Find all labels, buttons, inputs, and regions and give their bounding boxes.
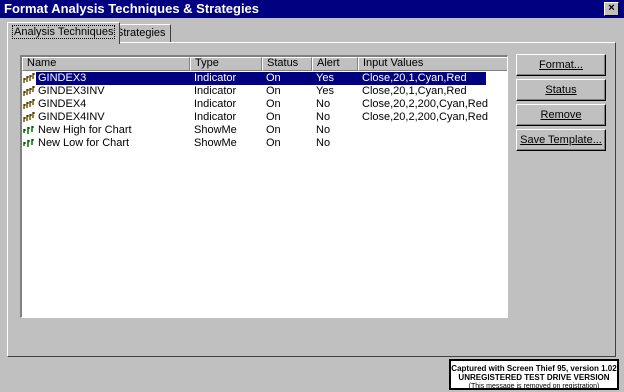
watermark-line-2: UNREGISTERED TEST DRIVE VERSION [458,373,610,382]
cell-name: GINDEX3 [38,72,87,84]
cell-inputs: Close,20,2,200,Cyan,Red [362,98,488,110]
cell-status: On [266,72,281,84]
cell-alert: Yes [316,72,334,84]
screen-thief-watermark: Captured with Screen Thief 95, version 1… [449,359,619,390]
list-item[interactable]: New Low for Chart ShowMe On No [22,137,507,150]
column-header-status[interactable]: Status [262,57,312,71]
indicator-icon [23,99,35,109]
format-button-label: Format... [538,59,583,71]
cell-name: New High for Chart [38,124,132,136]
remove-button-label: Remove [540,109,582,121]
cell-inputs: Close,20,1,Cyan,Red [362,72,467,84]
cell-name: GINDEX4INV [38,111,105,123]
cell-inputs: Close,20,1,Cyan,Red [362,85,467,97]
cell-type: Indicator [194,111,237,123]
watermark-line-1: Captured with Screen Thief 95, version 1… [451,364,617,373]
remove-button[interactable]: Remove [516,104,606,126]
cell-status: On [266,85,281,97]
list-item[interactable]: GINDEX3 Indicator On Yes Close,20,1,Cyan,Red [22,72,507,85]
cell-alert: No [316,111,331,123]
list-item[interactable]: New High for Chart ShowMe On No [22,124,507,137]
cell-status: On [266,137,281,149]
watermark-line-3: (This message is removed on registration… [468,383,600,390]
title-bar: Format Analysis Techniques & Strategies … [0,0,624,18]
cell-alert: No [316,124,331,136]
cell-type: Indicator [194,72,237,84]
close-button[interactable]: × [604,2,619,16]
showme-icon [23,126,34,134]
cell-type: ShowMe [194,124,237,136]
indicator-icon [23,86,35,96]
analysis-techniques-panel: Name Type Status Alert Input Values GIND… [7,42,616,357]
column-header-type[interactable]: Type [190,57,262,71]
indicator-icon [23,73,35,83]
cell-alert: Yes [316,85,334,97]
cell-status: On [266,124,281,136]
list-item[interactable]: GINDEX3INV Indicator On Yes Close,20,1,Cyan,… [22,85,507,98]
analysis-list[interactable]: Name Type Status Alert Input Values GIND… [20,55,508,318]
list-item[interactable]: GINDEX4 Indicator On No Close,20,2,200,Cyan,… [22,98,507,111]
cell-type: Indicator [194,98,237,110]
close-icon: × [608,2,615,14]
status-button-label: Status [545,84,577,96]
format-button[interactable]: Format... [516,54,606,76]
cell-type: Indicator [194,85,237,97]
save-template-button[interactable]: Save Template... [516,129,606,151]
column-header-name[interactable]: Name [22,57,190,71]
cell-status: On [266,111,281,123]
cell-inputs: Close,20,2,200,Cyan,Red [362,111,488,123]
list-header: Name Type Status Alert Input Values [22,57,507,71]
cell-name: New Low for Chart [38,137,130,149]
tab-analysis-techniques-label: Analysis Techniques [12,25,116,39]
status-button[interactable]: Status [516,79,606,101]
list-item[interactable]: GINDEX4INV Indicator On No Close,20,2,200,Cy… [22,111,507,124]
cell-type: ShowMe [194,137,237,149]
column-header-input-values[interactable]: Input Values [358,57,507,71]
cell-status: On [266,98,281,110]
cell-alert: No [316,137,331,149]
showme-icon [23,139,34,147]
save-template-button-label: Save Template... [520,134,602,146]
cell-alert: No [316,98,331,110]
indicator-icon [23,112,35,122]
tab-strategies-label: Strategies [116,27,166,39]
tab-analysis-techniques[interactable]: Analysis Techniques [7,22,121,44]
window-title: Format Analysis Techniques & Strategies [4,1,260,16]
column-header-alert[interactable]: Alert [312,57,358,71]
cell-name: GINDEX4 [38,98,87,110]
cell-name: GINDEX3INV [38,85,105,97]
